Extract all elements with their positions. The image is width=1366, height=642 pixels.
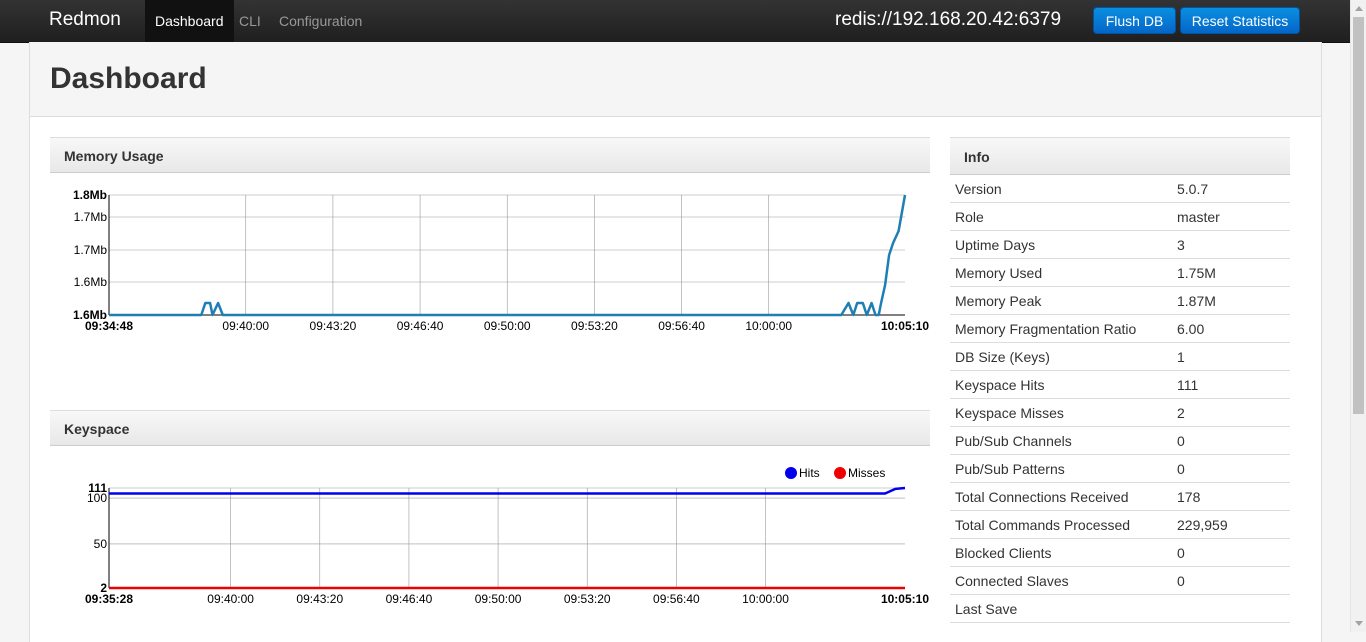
x-tick-label: 09:56:40 [653, 592, 700, 606]
x-tick-label: 09:35:28 [85, 592, 133, 606]
memory-usage-chart: 09:34:48 09:40:00 09:43:20 09:46:40 09:50:00… [73, 188, 929, 333]
info-row: Connected Slaves 0 [950, 566, 1290, 595]
info-value: 0 [1172, 538, 1290, 567]
memory-usage-panel-header: Memory Usage [50, 137, 930, 173]
info-label: Keyspace Misses [950, 398, 1172, 427]
info-label: Memory Used [950, 258, 1172, 287]
info-row: Memory Used 1.75M [950, 258, 1290, 287]
x-tick-label: 10:00:00 [742, 592, 789, 606]
info-row: Pub/Sub Channels 0 [950, 426, 1290, 455]
info-row: Last Save [950, 594, 1290, 623]
info-row: Memory Fragmentation Ratio 6.00 [950, 314, 1290, 343]
x-tick-label: 09:40:00 [207, 592, 254, 606]
x-tick-label: 09:43:20 [296, 592, 343, 606]
scroll-up-icon[interactable] [1355, 6, 1363, 11]
y-tick-label: 1.7Mb [74, 243, 108, 257]
x-tick-label: 09:46:40 [386, 592, 433, 606]
info-label: DB Size (Keys) [950, 342, 1172, 371]
info-row: Total Commands Processed 229,959 [950, 510, 1290, 539]
flush-db-button[interactable]: Flush DB [1093, 7, 1176, 34]
info-value: 229,959 [1172, 510, 1290, 539]
info-label: Total Connections Received [950, 482, 1172, 511]
y-tick-label: 2 [100, 581, 107, 595]
nav-item-cli[interactable]: CLI [229, 0, 271, 42]
legend-label-hits: Hits [799, 466, 820, 480]
info-value: 6.00 [1172, 314, 1290, 343]
keyspace-panel-header: Keyspace [50, 410, 930, 446]
top-navbar: Redmon Dashboard CLI Configuration redis… [0, 0, 1350, 43]
x-tick-label: 09:46:40 [397, 319, 444, 333]
legend-swatch-misses [834, 467, 846, 479]
info-label: Pub/Sub Channels [950, 426, 1172, 455]
page-title: Dashboard [50, 62, 207, 95]
info-value: master [1172, 202, 1290, 231]
info-value: 0 [1172, 566, 1290, 595]
reset-statistics-button[interactable]: Reset Statistics [1180, 7, 1300, 34]
info-label: Total Commands Processed [950, 510, 1172, 539]
x-tick-label: 09:50:00 [484, 319, 531, 333]
info-value: 0 [1172, 426, 1290, 455]
x-tick-label: 10:05:10 [881, 592, 929, 606]
legend-swatch-hits [785, 467, 797, 479]
info-row: Pub/Sub Patterns 0 [950, 454, 1290, 483]
info-value: 1.75M [1172, 258, 1290, 287]
page-scrollbar[interactable] [1350, 0, 1366, 632]
info-value: 0 [1172, 454, 1290, 483]
info-row: Keyspace Hits 111 [950, 370, 1290, 399]
x-tick-label: 09:56:40 [658, 319, 705, 333]
info-label: Memory Fragmentation Ratio [950, 314, 1172, 343]
y-tick-label: 1.6Mb [73, 308, 107, 322]
keyspace-chart: 09:35:28 09:40:00 09:43:20 09:46:40 09:50:00… [85, 466, 929, 606]
info-label: Blocked Clients [950, 538, 1172, 567]
info-table: Version 5.0.7 Role master Uptime Days 3 Memory… [950, 175, 1290, 623]
y-tick-label: 100 [87, 491, 107, 505]
nav-item-dashboard[interactable]: Dashboard [145, 0, 234, 42]
y-tick-label: 1.7Mb [74, 210, 108, 224]
x-tick-label: 09:40:00 [222, 319, 269, 333]
info-row: Blocked Clients 0 [950, 538, 1290, 567]
nav-item-configuration[interactable]: Configuration [269, 0, 372, 42]
x-tick-label: 10:00:00 [745, 319, 792, 333]
info-row: Uptime Days 3 [950, 230, 1290, 259]
info-value: 1.87M [1172, 286, 1290, 315]
info-label: Memory Peak [950, 286, 1172, 315]
scrollbar-thumb[interactable] [1353, 17, 1364, 414]
info-label: Connected Slaves [950, 566, 1172, 595]
info-value: 3 [1172, 230, 1290, 259]
info-label: Last Save [950, 594, 1172, 623]
legend-label-misses: Misses [848, 466, 885, 480]
y-tick-label: 1.6Mb [74, 275, 108, 289]
y-tick-label: 1.8Mb [73, 188, 107, 202]
x-tick-label: 10:05:10 [881, 319, 929, 333]
info-row: Memory Peak 1.87M [950, 286, 1290, 315]
page-header: Dashboard [30, 42, 1321, 117]
info-row: DB Size (Keys) 1 [950, 342, 1290, 371]
x-tick-label: 09:53:20 [571, 319, 618, 333]
x-tick-label: 09:50:00 [475, 592, 522, 606]
info-value [1172, 594, 1290, 623]
info-row: Total Connections Received 178 [950, 482, 1290, 511]
info-value: 178 [1172, 482, 1290, 511]
redis-connection-url: redis://192.168.20.42:6379 [835, 9, 1062, 30]
info-label: Uptime Days [950, 230, 1172, 259]
x-tick-label: 09:43:20 [310, 319, 357, 333]
info-row: Version 5.0.7 [950, 175, 1290, 203]
info-value: 2 [1172, 398, 1290, 427]
info-row: Keyspace Misses 2 [950, 398, 1290, 427]
series-line-hits [109, 486, 906, 495]
info-label: Keyspace Hits [950, 370, 1172, 399]
info-label: Version [950, 175, 1172, 203]
info-value: 111 [1172, 370, 1290, 399]
info-label: Role [950, 202, 1172, 231]
info-panel-header: Info [950, 137, 1290, 175]
brand-logo[interactable]: Redmon [49, 9, 121, 31]
info-value: 5.0.7 [1172, 175, 1290, 203]
x-tick-label: 09:53:20 [564, 592, 611, 606]
info-row: Role master [950, 202, 1290, 231]
info-value: 1 [1172, 342, 1290, 371]
scroll-down-icon[interactable] [1355, 621, 1363, 626]
y-tick-label: 50 [94, 537, 108, 551]
info-label: Pub/Sub Patterns [950, 454, 1172, 483]
